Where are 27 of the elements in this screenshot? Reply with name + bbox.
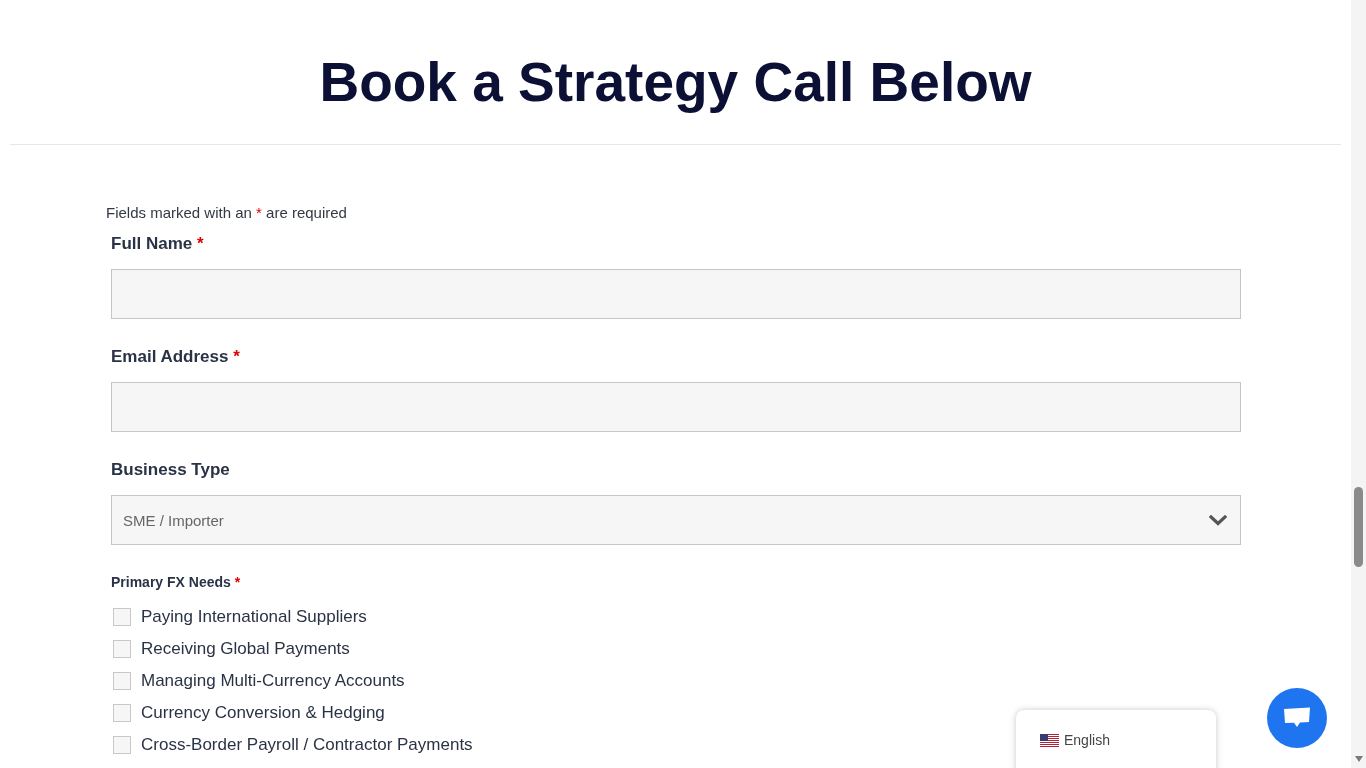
checkbox-label[interactable]: Paying International Suppliers [141, 606, 367, 628]
checkbox[interactable] [113, 672, 131, 690]
checkbox[interactable] [113, 608, 131, 626]
checkbox-label[interactable]: Managing Multi-Currency Accounts [141, 670, 405, 692]
flag-icon [1040, 734, 1059, 747]
select-field[interactable]: SME / Importer [111, 495, 1241, 545]
scrollbar-thumb[interactable] [1354, 487, 1363, 567]
chat-button[interactable] [1267, 688, 1327, 748]
checkbox-label[interactable]: Currency Conversion & Hedging [141, 702, 385, 724]
checkbox[interactable] [113, 736, 131, 754]
required-fields-note: Fields marked with an * are required [106, 203, 347, 223]
field-label: Full Name * [111, 233, 204, 255]
checkbox[interactable] [113, 704, 131, 722]
field-label: Email Address * [111, 346, 240, 368]
field-label: Business Type [111, 459, 230, 481]
chat-bubble-icon [1283, 707, 1311, 729]
language-selector[interactable]: English [1016, 710, 1216, 768]
chevron-down-icon [1209, 514, 1227, 526]
checkbox[interactable] [113, 640, 131, 658]
input-field[interactable] [111, 382, 1241, 432]
field-label: Primary FX Needs * [111, 573, 241, 591]
scrollbar[interactable] [1351, 0, 1366, 768]
checkbox-label[interactable]: Cross-Border Payroll / Contractor Payments [141, 734, 473, 756]
input-field[interactable] [111, 269, 1241, 319]
page-heading: Book a Strategy Call Below [319, 50, 1032, 114]
checkbox-label[interactable]: Receiving Global Payments [141, 638, 350, 660]
caret-down-icon[interactable] [1354, 756, 1363, 762]
